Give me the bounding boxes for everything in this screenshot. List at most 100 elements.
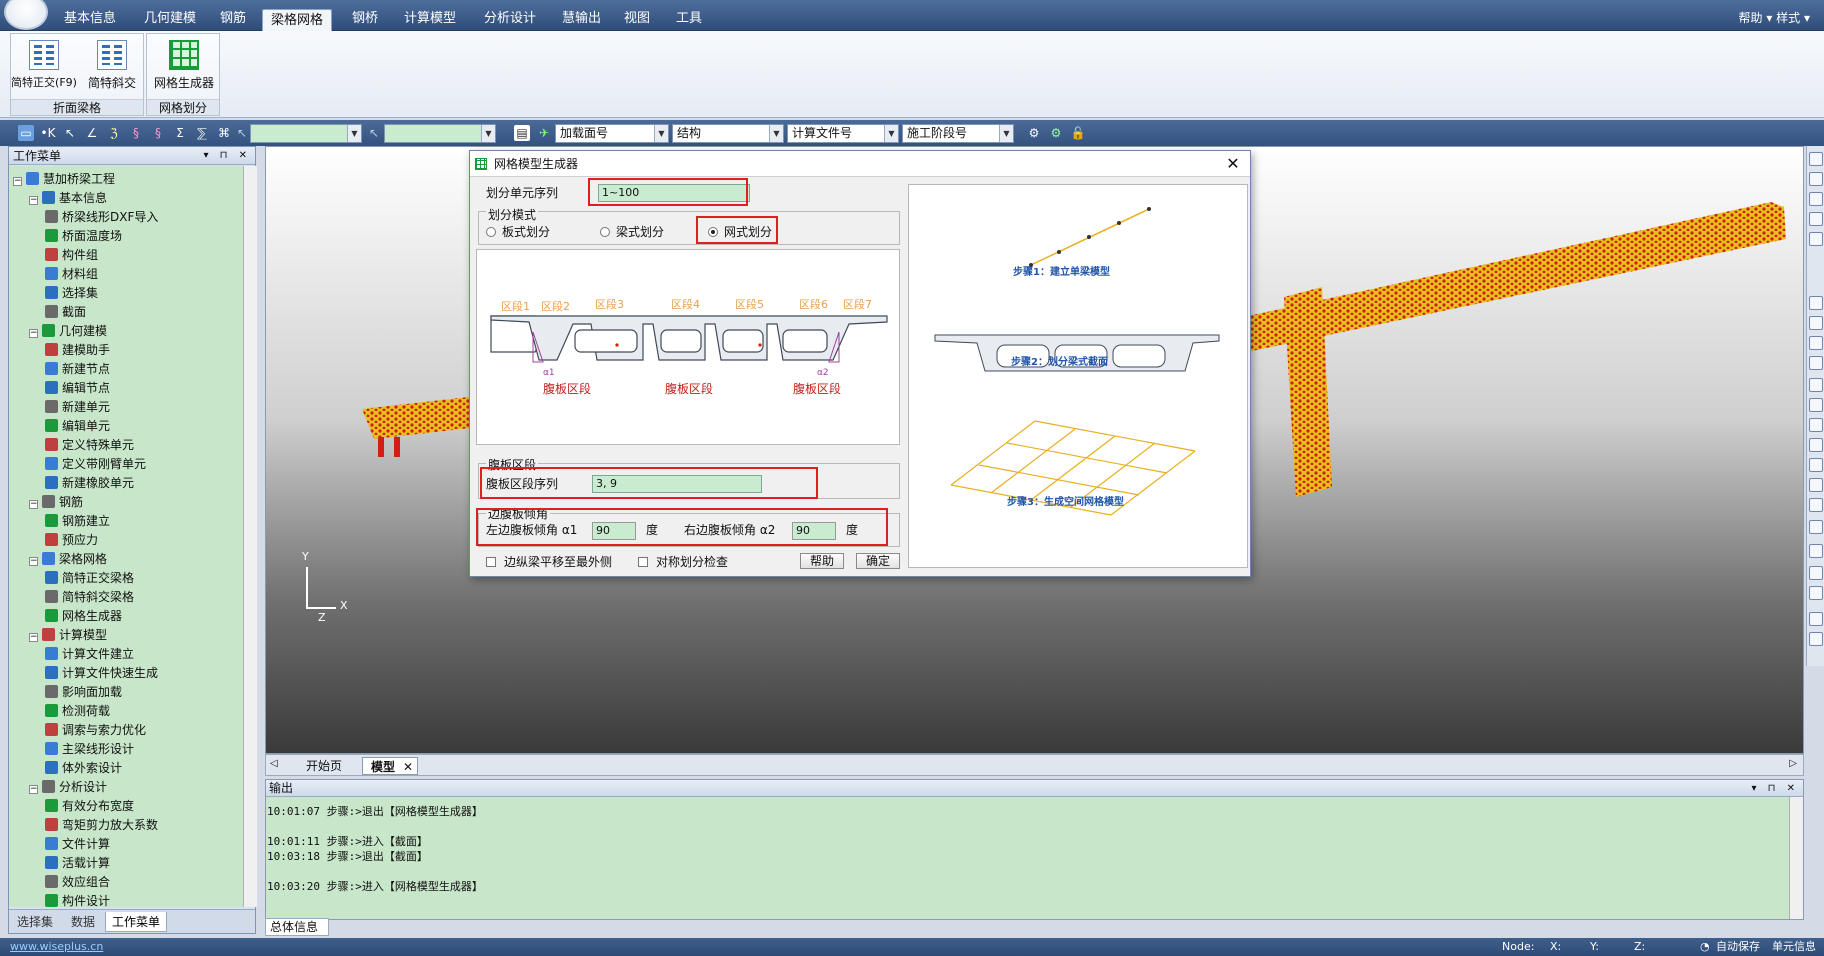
tree-item[interactable]: 定义特殊单元: [45, 436, 134, 455]
menu-tab-output[interactable]: 慧输出: [554, 8, 609, 31]
panel-controls[interactable]: ▾ ⊓ ✕: [203, 147, 251, 165]
angle-icon[interactable]: ∠: [84, 125, 100, 141]
tree-item[interactable]: 体外索设计: [45, 759, 122, 778]
website-link[interactable]: www.wiseplus.cn: [10, 938, 103, 956]
filter-combo-2[interactable]: ▼: [384, 124, 496, 143]
tree-item[interactable]: 影响面加载: [45, 683, 122, 702]
grid-generator-button[interactable]: 网格生成器: [149, 38, 219, 91]
tree-item[interactable]: 简特斜交梁格: [45, 588, 134, 607]
tree-item[interactable]: 新建单元: [45, 398, 110, 417]
tree-item[interactable]: − 分析设计: [29, 778, 107, 797]
tree-item[interactable]: 活载计算: [45, 854, 110, 873]
tree-item[interactable]: − 基本信息: [29, 189, 107, 208]
menu-tab-calc-model[interactable]: 计算模型: [396, 8, 464, 31]
select-filter-icon[interactable]: ↖: [366, 125, 382, 141]
tree-item[interactable]: 钢筋建立: [45, 512, 110, 531]
move-tool-icon[interactable]: [1809, 212, 1823, 226]
tab-work-menu[interactable]: 工作菜单: [105, 912, 168, 932]
view-back-icon[interactable]: [1809, 316, 1823, 330]
help-style-menu[interactable]: 帮助 ▾ 样式 ▾: [1739, 9, 1811, 26]
spring-icon[interactable]: ℨ: [106, 125, 122, 141]
panel-controls[interactable]: ▾ ⊓ ✕: [1751, 780, 1799, 797]
tree-item[interactable]: − 钢筋: [29, 493, 83, 512]
monitor-icon[interactable]: ▭: [18, 125, 34, 141]
tree-item[interactable]: 建模助手: [45, 341, 110, 360]
expand-toggle-icon[interactable]: −: [29, 196, 38, 205]
rotate-tool-icon[interactable]: [1809, 232, 1823, 246]
tree-item[interactable]: 构件设计: [45, 892, 110, 907]
zoom-out-icon[interactable]: [1809, 544, 1823, 558]
stage-combo[interactable]: 施工阶段号 ▼: [902, 124, 1014, 143]
tree-item[interactable]: 截面: [45, 303, 86, 322]
pointer-icon[interactable]: ↖: [234, 125, 250, 141]
tab-scroll-right-icon[interactable]: ▷: [1789, 758, 1797, 769]
load-icon[interactable]: ✈: [536, 125, 552, 141]
arrow-down-icon[interactable]: [1809, 398, 1823, 412]
arrow-right-icon[interactable]: [1809, 438, 1823, 452]
tab-selection-set[interactable]: 选择集: [11, 912, 59, 932]
tree-item[interactable]: 计算文件建立: [45, 645, 134, 664]
tree-item[interactable]: 网格生成器: [45, 607, 122, 626]
calc-file-combo[interactable]: 计算文件号 ▼: [787, 124, 899, 143]
tree-item[interactable]: 检测荷载: [45, 702, 110, 721]
filter-combo-1[interactable]: ▼: [250, 124, 362, 143]
tree-item[interactable]: 桥梁线形DXF导入: [45, 208, 158, 227]
render-2-icon[interactable]: [1809, 632, 1823, 646]
menu-tab-rebar[interactable]: 钢筋: [212, 8, 254, 31]
tree-item[interactable]: 构件组: [45, 246, 98, 265]
tree-item[interactable]: 简特正交梁格: [45, 569, 134, 588]
move-edge-checkbox[interactable]: 边纵梁平移至最外侧: [486, 553, 612, 570]
tool-d-icon[interactable]: ⌘: [216, 125, 232, 141]
pan-icon[interactable]: [1809, 520, 1823, 534]
output-scrollbar[interactable]: [1789, 797, 1803, 919]
arrow-left-icon[interactable]: [1809, 418, 1823, 432]
zoom-in-icon[interactable]: [1809, 566, 1823, 580]
tree-item[interactable]: 调索与索力优化: [45, 721, 146, 740]
load-face-combo[interactable]: 加载面号 ▼: [555, 124, 669, 143]
dialog-close-button[interactable]: ✕: [1222, 153, 1244, 175]
settings-alt-icon[interactable]: ⚙: [1048, 125, 1064, 141]
lock-icon[interactable]: 🔓: [1070, 125, 1086, 141]
zoom-window-icon[interactable]: [1809, 586, 1823, 600]
expand-toggle-icon[interactable]: −: [29, 329, 38, 338]
close-icon[interactable]: ✕: [403, 758, 413, 776]
tree-item[interactable]: 主梁线形设计: [45, 740, 134, 759]
view-right-icon[interactable]: [1809, 356, 1823, 370]
arrow-up-icon[interactable]: [1809, 378, 1823, 392]
expand-toggle-icon[interactable]: −: [13, 177, 22, 186]
symmetry-check-checkbox[interactable]: 对称划分检查: [638, 553, 728, 570]
select-node-icon[interactable]: •K: [40, 125, 56, 141]
axis-view-icon[interactable]: [1809, 458, 1823, 472]
tree-item[interactable]: 材料组: [45, 265, 98, 284]
section-icon[interactable]: §: [128, 125, 144, 141]
radio-beam[interactable]: 梁式划分: [600, 223, 664, 240]
tree-scrollbar[interactable]: [243, 166, 257, 907]
structure-combo[interactable]: 结构 ▼: [672, 124, 784, 143]
box-select-icon[interactable]: [1809, 192, 1823, 206]
select-element-icon[interactable]: ↖: [62, 125, 78, 141]
tree-item[interactable]: − 几何建模: [29, 322, 107, 341]
menu-tab-grillage[interactable]: 梁格网格: [262, 9, 333, 32]
ortho-grillage-button[interactable]: 简特正交(F9): [9, 38, 79, 90]
tab-scroll-left-icon[interactable]: ◁: [270, 758, 278, 769]
tree-item[interactable]: 效应组合: [45, 873, 110, 892]
tree-item[interactable]: 计算文件快速生成: [45, 664, 158, 683]
skew-grillage-button[interactable]: 简特斜交: [77, 38, 147, 91]
menu-tab-analysis[interactable]: 分析设计: [476, 8, 544, 31]
radio-plate[interactable]: 板式划分: [486, 223, 550, 240]
tab-model[interactable]: 模型 ✕: [362, 757, 419, 776]
expand-toggle-icon[interactable]: −: [29, 557, 38, 566]
tab-overall-info[interactable]: 总体信息: [265, 918, 329, 936]
tree-item[interactable]: − 慧加桥梁工程: [13, 170, 115, 189]
gear-icon[interactable]: ⚙: [1026, 125, 1042, 141]
tree-item[interactable]: 定义带刚臂单元: [45, 455, 146, 474]
view-front-icon[interactable]: [1809, 296, 1823, 310]
autosave-label[interactable]: 自动保存: [1716, 938, 1760, 956]
tree-item[interactable]: − 计算模型: [29, 626, 107, 645]
tree-item[interactable]: 编辑节点: [45, 379, 110, 398]
tree-item[interactable]: 预应力: [45, 531, 98, 550]
axis-view-2-icon[interactable]: [1809, 478, 1823, 492]
tree-item[interactable]: 有效分布宽度: [45, 797, 134, 816]
pick-tool-icon[interactable]: [1809, 172, 1823, 186]
table-icon[interactable]: ▤: [514, 125, 530, 141]
